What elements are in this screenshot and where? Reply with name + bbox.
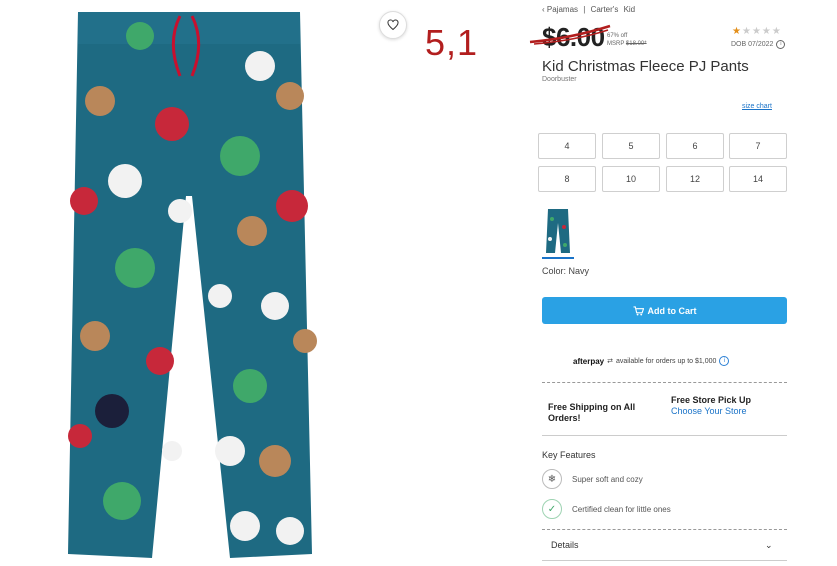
- afterpay-info: afterpay ⇄ available for orders up to $1,…: [573, 356, 730, 366]
- breadcrumb: ‹ Pajamas | Carter's Kid: [542, 5, 638, 14]
- color-swatch-navy[interactable]: [542, 207, 574, 259]
- store-pickup: Free Store Pick Up Choose Your Store: [671, 395, 751, 417]
- star-empty-icon: ★: [751, 26, 762, 37]
- key-features-title: Key Features: [542, 450, 596, 460]
- rating-stars[interactable]: ★★★★★: [732, 26, 782, 37]
- feature-item: ❄ Super soft and cozy: [542, 469, 643, 489]
- size-option-7[interactable]: 7: [729, 133, 787, 159]
- size-option-4[interactable]: 4: [538, 133, 596, 159]
- free-shipping-text: Free Shipping on All Orders!: [548, 402, 636, 423]
- color-value: Navy: [568, 266, 590, 276]
- divider: [542, 560, 787, 561]
- chevron-down-icon[interactable]: ⌄: [765, 540, 773, 551]
- handwritten-annotation: 5,1: [425, 22, 479, 63]
- add-to-cart-label: Add to Cart: [647, 305, 697, 316]
- breadcrumb-link-carters[interactable]: Carter's: [591, 5, 619, 14]
- size-option-14[interactable]: 14: [729, 166, 787, 192]
- size-option-12[interactable]: 12: [666, 166, 724, 192]
- divider: [542, 435, 787, 436]
- color-label: Color: Navy: [542, 266, 589, 276]
- size-option-6[interactable]: 6: [666, 133, 724, 159]
- price-discount-info: 67% off MSRP $18.00*: [607, 32, 647, 48]
- product-image: [68, 12, 317, 558]
- color-label-prefix: Color:: [542, 266, 567, 276]
- pickup-title: Free Store Pick Up: [671, 395, 752, 405]
- choose-store-link[interactable]: Choose Your Store: [671, 406, 751, 417]
- afterpay-text: available for orders up to $1,000: [616, 357, 717, 365]
- msrp-label: MSRP: [607, 41, 625, 47]
- add-to-cart-button[interactable]: Add to Cart: [542, 297, 787, 324]
- size-option-5[interactable]: 5: [602, 133, 660, 159]
- star-empty-icon: ★: [771, 26, 782, 37]
- star-filled-icon: ★: [732, 26, 742, 37]
- size-option-10[interactable]: 10: [602, 166, 660, 192]
- heart-icon: [387, 19, 399, 31]
- cart-icon: [633, 305, 644, 316]
- snowflake-badge-icon: ❄: [542, 469, 562, 489]
- breadcrumb-separator: |: [583, 5, 586, 14]
- afterpay-logo: afterpay: [573, 356, 605, 366]
- divider: [542, 382, 787, 383]
- star-empty-icon: ★: [741, 26, 752, 37]
- wishlist-heart-button[interactable]: [379, 11, 407, 39]
- price-strikethrough-mark: [529, 24, 611, 45]
- product-title: Kid Christmas Fleece PJ Pants: [542, 58, 749, 75]
- feature-label: Super soft and cozy: [572, 474, 643, 484]
- size-chart-link[interactable]: size chart: [742, 103, 772, 110]
- dob-date: DOB 07/2022 i: [731, 40, 786, 49]
- info-icon[interactable]: i: [719, 356, 730, 366]
- afterpay-logo-mark: ⇄: [607, 358, 613, 365]
- product-subtitle: Doorbuster: [542, 76, 577, 83]
- breadcrumb-link-pajamas[interactable]: ‹ Pajamas: [542, 5, 578, 14]
- feature-label: Certified clean for little ones: [572, 504, 671, 514]
- info-icon[interactable]: i: [776, 40, 786, 49]
- dob-text: DOB 07/2022: [731, 41, 774, 48]
- feature-item: ✓ Certified clean for little ones: [542, 499, 671, 519]
- star-empty-icon: ★: [761, 26, 772, 37]
- msrp-value: $18.00*: [625, 41, 647, 47]
- details-accordion[interactable]: Details: [551, 540, 579, 550]
- divider: [542, 529, 787, 530]
- percent-off: 67% off: [607, 33, 628, 39]
- size-option-8[interactable]: 8: [538, 166, 596, 192]
- leaf-badge-icon: ✓: [542, 499, 562, 519]
- breadcrumb-link-kid[interactable]: Kid: [624, 5, 636, 14]
